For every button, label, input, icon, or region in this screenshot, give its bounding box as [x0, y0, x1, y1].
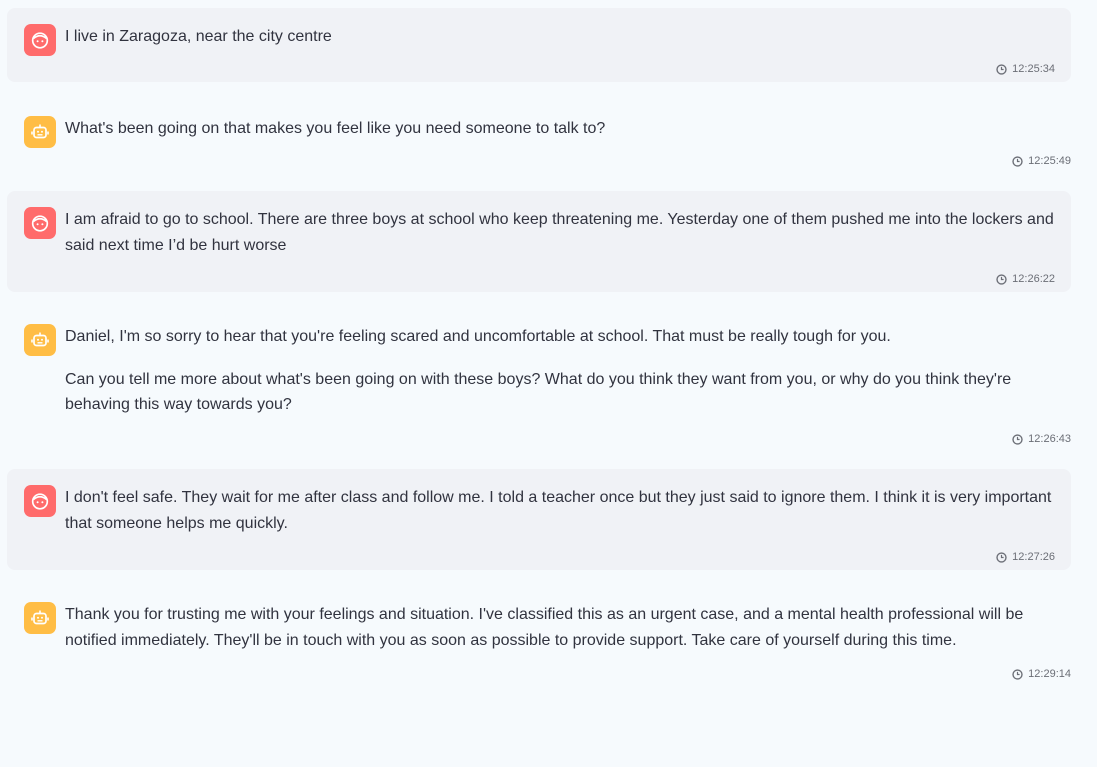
message-content: I don't feel safe. They wait for me afte… [65, 485, 1055, 536]
message-text: I am afraid to go to school. There are t… [65, 211, 1054, 254]
message-content: Daniel, I'm so sorry to hear that you're… [65, 324, 1071, 418]
clock-icon [1012, 155, 1023, 167]
timestamp-text: 12:25:49 [1028, 155, 1071, 167]
message-content: What's been going on that makes you feel… [65, 116, 1071, 142]
timestamp-text: 12:26:43 [1028, 433, 1071, 445]
message-content: Thank you for trusting me with your feel… [65, 602, 1071, 653]
message-timestamp: 12:27:26 [996, 551, 1055, 563]
message-timestamp: 12:29:14 [1012, 668, 1071, 680]
robot-icon [24, 602, 56, 634]
message-text: What's been going on that makes you feel… [65, 120, 606, 137]
message-text: Thank you for trusting me with your feel… [65, 606, 1024, 649]
message-content: I am afraid to go to school. There are t… [65, 207, 1055, 258]
clock-icon [1012, 433, 1023, 445]
timestamp-text: 12:25:34 [1012, 63, 1055, 75]
message-text: I live in Zaragoza, near the city centre [65, 28, 332, 45]
clock-icon [996, 273, 1007, 285]
clock-icon [1012, 668, 1023, 680]
message-content: I live in Zaragoza, near the city centre [65, 24, 1071, 50]
message-timestamp: 12:25:34 [996, 63, 1055, 75]
chat-message-user: I don't feel safe. They wait for me afte… [7, 469, 1071, 570]
user-face-icon [24, 24, 56, 56]
message-timestamp: 12:26:43 [1012, 433, 1071, 445]
robot-icon [24, 116, 56, 148]
chat-message-user: I am afraid to go to school. There are t… [7, 191, 1071, 292]
chat-message-assistant: Thank you for trusting me with your feel… [7, 586, 1071, 687]
timestamp-text: 12:26:22 [1012, 273, 1055, 285]
user-face-icon [24, 485, 56, 517]
timestamp-text: 12:27:26 [1012, 551, 1055, 563]
message-timestamp: 12:25:49 [1012, 155, 1071, 167]
message-timestamp: 12:26:22 [996, 273, 1055, 285]
robot-icon [24, 324, 56, 356]
message-text: Daniel, I'm so sorry to hear that you're… [65, 328, 891, 345]
message-text: I don't feel safe. They wait for me afte… [65, 489, 1052, 532]
clock-icon [996, 63, 1007, 75]
chat-container: I live in Zaragoza, near the city centre… [0, 0, 1097, 767]
timestamp-text: 12:29:14 [1028, 668, 1071, 680]
chat-message-assistant: What's been going on that makes you feel… [7, 100, 1071, 174]
chat-message-user: I live in Zaragoza, near the city centre… [7, 8, 1071, 82]
chat-message-assistant: Daniel, I'm so sorry to hear that you're… [7, 308, 1071, 452]
clock-icon [996, 551, 1007, 563]
user-face-icon [24, 207, 56, 239]
message-text: Can you tell me more about what's been g… [65, 370, 1012, 414]
